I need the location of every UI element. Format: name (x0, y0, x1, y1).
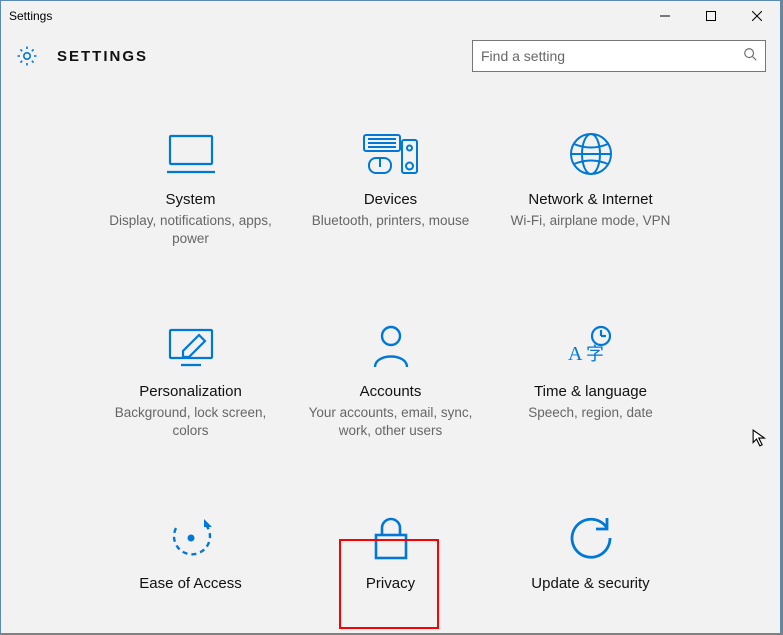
search-box[interactable] (472, 40, 766, 72)
tile-network[interactable]: Network & Internet Wi-Fi, airplane mode,… (491, 131, 691, 247)
system-icon (91, 131, 291, 177)
tile-personalization[interactable]: Personalization Background, lock screen,… (91, 323, 291, 439)
tile-sub: Your accounts, email, sync, work, other … (291, 404, 491, 439)
maximize-button[interactable] (688, 1, 734, 31)
lock-icon (291, 515, 491, 561)
update-icon (491, 515, 691, 561)
header-title: SETTINGS (57, 48, 472, 65)
titlebar: Settings (1, 1, 780, 31)
ease-of-access-icon (91, 515, 291, 561)
tile-accounts[interactable]: Accounts Your accounts, email, sync, wor… (291, 323, 491, 439)
tile-devices[interactable]: Devices Bluetooth, printers, mouse (291, 131, 491, 247)
search-icon (743, 47, 757, 66)
tile-update-security[interactable]: Update & security (491, 515, 691, 596)
tile-sub: Bluetooth, printers, mouse (291, 212, 491, 230)
time-language-icon: A 字 (491, 323, 691, 369)
close-button[interactable] (734, 1, 780, 31)
accounts-icon (291, 323, 491, 369)
content: System Display, notifications, apps, pow… (1, 81, 780, 633)
tile-title: Ease of Access (91, 575, 291, 592)
window-title: Settings (9, 9, 52, 23)
tile-sub: Wi-Fi, airplane mode, VPN (491, 212, 691, 230)
tile-title: System (91, 191, 291, 208)
tile-ease-of-access[interactable]: Ease of Access (91, 515, 291, 596)
window-controls (642, 1, 780, 31)
tile-system[interactable]: System Display, notifications, apps, pow… (91, 131, 291, 247)
tile-title: Devices (291, 191, 491, 208)
globe-icon (491, 131, 691, 177)
tile-title: Time & language (491, 383, 691, 400)
tile-sub: Display, notifications, apps, power (91, 212, 291, 247)
tile-time-language[interactable]: A 字 Time & language Speech, region, date (491, 323, 691, 439)
minimize-button[interactable] (642, 1, 688, 31)
tile-title: Privacy (291, 575, 491, 592)
search-input[interactable] (481, 48, 743, 64)
header: SETTINGS (1, 31, 780, 81)
personalization-icon (91, 323, 291, 369)
svg-text:字: 字 (586, 344, 604, 364)
gear-icon (15, 44, 39, 68)
tile-grid: System Display, notifications, apps, pow… (1, 131, 780, 596)
tile-title: Accounts (291, 383, 491, 400)
tile-title: Update & security (491, 575, 691, 592)
devices-icon (291, 131, 491, 177)
tile-title: Network & Internet (491, 191, 691, 208)
tile-title: Personalization (91, 383, 291, 400)
tile-privacy[interactable]: Privacy (291, 515, 491, 596)
tile-sub: Speech, region, date (491, 404, 691, 422)
svg-text:A: A (568, 343, 583, 365)
tile-sub: Background, lock screen, colors (91, 404, 291, 439)
settings-window: Settings SETTINGS (0, 0, 781, 634)
